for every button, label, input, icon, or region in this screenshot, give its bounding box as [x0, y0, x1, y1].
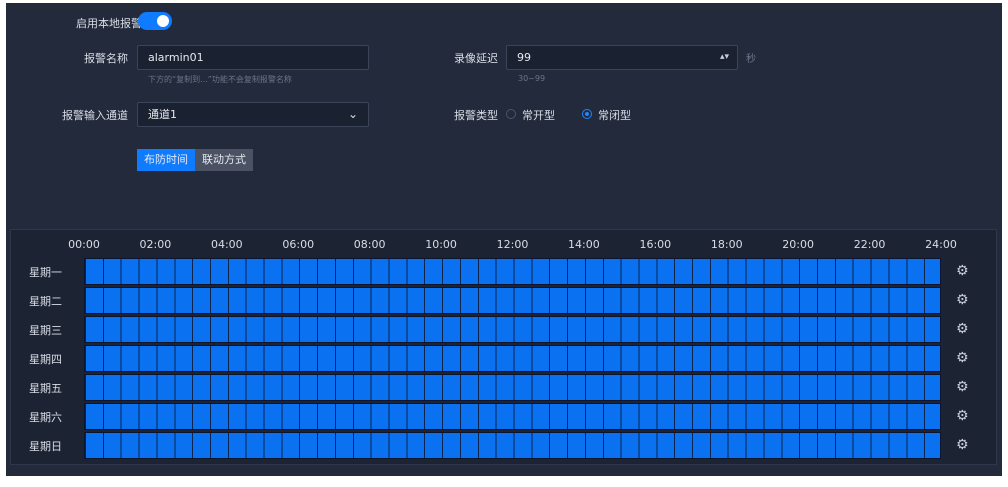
- gear-icon[interactable]: ⚙: [956, 264, 969, 278]
- enable-local-alarm-label: 启用本地报警: [76, 17, 142, 30]
- stepper-icon[interactable]: ▴▾: [720, 46, 729, 69]
- schedule-row[interactable]: [84, 345, 941, 372]
- day-label: 星期二: [29, 295, 62, 308]
- alarm-type-normally-closed-label[interactable]: 常闭型: [598, 107, 631, 123]
- input-channel-select[interactable]: 通道1 ⌄: [137, 102, 369, 127]
- day-label: 星期五: [29, 382, 62, 395]
- time-label: 08:00: [353, 238, 386, 251]
- record-delay-input[interactable]: 99 ▴▾: [506, 45, 738, 70]
- day-label: 星期六: [29, 411, 62, 424]
- gear-icon[interactable]: ⚙: [956, 380, 969, 394]
- time-label: 22:00: [853, 238, 886, 251]
- time-label: 18:00: [710, 238, 743, 251]
- record-delay-hint: 30~99: [518, 74, 546, 83]
- time-label: 06:00: [282, 238, 315, 251]
- record-delay-label: 录像延迟: [454, 52, 498, 65]
- alarm-name-hint: 下方的“复制到...”功能不会复制报警名称: [148, 75, 292, 84]
- day-label: 星期日: [29, 440, 62, 453]
- time-label: 16:00: [639, 238, 672, 251]
- time-label: 24:00: [925, 238, 957, 251]
- schedule-row[interactable]: [84, 316, 941, 343]
- schedule-row[interactable]: [84, 432, 941, 459]
- gear-icon[interactable]: ⚙: [956, 438, 969, 452]
- toggle-knob: [157, 15, 169, 27]
- time-label: 20:00: [782, 238, 815, 251]
- day-label: 星期一: [29, 266, 62, 279]
- time-label: 14:00: [568, 238, 600, 251]
- alarm-type-label: 报警类型: [454, 109, 498, 122]
- alarm-name-input[interactable]: alarmin01: [137, 45, 369, 70]
- schedule-row[interactable]: [84, 258, 941, 285]
- gear-icon[interactable]: ⚙: [956, 409, 969, 423]
- alarm-type-normally-open-radio[interactable]: [506, 109, 516, 119]
- record-delay-unit: 秒: [746, 54, 756, 65]
- time-label: 10:00: [425, 238, 457, 251]
- day-label: 星期四: [29, 353, 62, 366]
- time-label: 04:00: [210, 238, 243, 251]
- schedule-row[interactable]: [84, 287, 941, 314]
- input-channel-label: 报警输入通道: [62, 109, 128, 122]
- gear-icon[interactable]: ⚙: [956, 293, 969, 307]
- schedule-row[interactable]: [84, 403, 941, 430]
- arming-schedule: 00:00 02:00 04:00 06:00 08:00 10:00 12:00 14:00…: [10, 229, 997, 465]
- gear-icon[interactable]: ⚙: [956, 351, 969, 365]
- chevron-down-icon: ⌄: [347, 107, 358, 121]
- time-label: 00:00: [68, 238, 100, 251]
- time-label: 12:00: [496, 238, 529, 251]
- alarm-type-normally-open-label[interactable]: 常开型: [522, 107, 555, 123]
- day-label: 星期三: [29, 324, 62, 337]
- time-label: 02:00: [139, 238, 172, 251]
- tab-arming-time[interactable]: 布防时间: [137, 149, 195, 171]
- alarm-name-label: 报警名称: [84, 52, 128, 65]
- schedule-row[interactable]: [84, 374, 941, 401]
- enable-local-alarm-toggle[interactable]: [138, 12, 172, 30]
- alarm-type-normally-closed-radio[interactable]: [582, 109, 592, 119]
- tab-linkage-method[interactable]: 联动方式: [195, 149, 253, 171]
- input-channel-value: 通道1: [148, 108, 177, 121]
- gear-icon[interactable]: ⚙: [956, 322, 969, 336]
- record-delay-value: 99: [517, 51, 531, 64]
